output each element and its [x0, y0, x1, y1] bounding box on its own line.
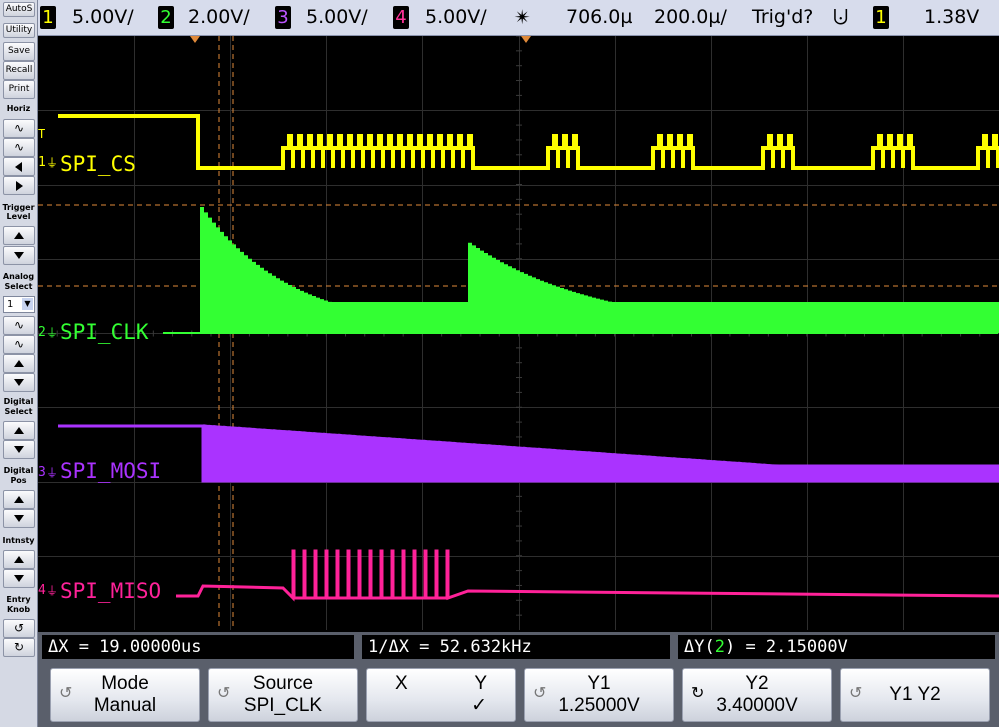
mode-softkey-value: Manual [93, 695, 157, 716]
trigger-marker-icon: T [38, 127, 46, 141]
recall-button[interactable]: Recall [3, 61, 35, 80]
digital-select-up-button[interactable] [3, 421, 35, 440]
channel-3-number: 3 [38, 465, 46, 480]
trigger-level[interactable]: 1.38V [924, 0, 979, 35]
save-button[interactable]: Save [3, 42, 35, 61]
analog-select-label-1: Analog [2, 272, 35, 281]
entry-knob-cw-icon[interactable]: ↻ [3, 638, 35, 657]
channel-1-scale[interactable]: 5.00V/ [72, 0, 134, 35]
y1-softkey-label: Y1 [587, 673, 611, 694]
horiz-knob-icon[interactable]: ∿ [3, 119, 35, 138]
horiz-left-button[interactable] [3, 157, 35, 176]
source-softkey[interactable]: ↺ Source SPI_CLK [208, 668, 358, 722]
channel-4-indicator[interactable]: 4 [393, 6, 409, 29]
entry-knob-ccw-icon[interactable]: ↺ [3, 619, 35, 638]
chevron-down-icon: ▼ [22, 298, 33, 310]
channel-1-label: SPI_CS [60, 152, 136, 176]
channel-3-indicator[interactable]: 3 [275, 6, 291, 29]
mode-softkey[interactable]: ↺ Mode Manual [50, 668, 200, 722]
side-panel: AutoS Utility Save Recall Print Horiz ∿ … [0, 0, 38, 727]
y2-softkey-label: Y2 [745, 673, 769, 694]
inverse-delta-x-readout: 1/ΔX = 52.632kHz [362, 635, 670, 659]
channel-4-scale[interactable]: 5.00V/ [425, 0, 487, 35]
trigger-status: Trig'd? [752, 6, 814, 28]
horiz-wave-icon[interactable]: ∿ [3, 138, 35, 157]
digital-pos-label-2: Pos [10, 476, 27, 485]
digital-pos-down-button[interactable] [3, 509, 35, 528]
analog-up-button[interactable] [3, 354, 35, 373]
horizontal-position[interactable]: 706.0µ [566, 0, 632, 35]
digital-pos-label-1: Digital [3, 466, 34, 475]
checkmark-icon: ✓ [471, 695, 487, 716]
analog-down-button[interactable] [3, 373, 35, 392]
status-bar: 1 5.00V/ 2 2.00V/ 3 5.00V/ 4 5.00V/ ✴ 70… [0, 0, 999, 36]
y2-softkey[interactable]: ↻ Y2 3.40000V [682, 668, 832, 722]
utility-button[interactable]: Utility [3, 23, 35, 38]
digital-select-label-2: Select [4, 407, 33, 416]
ground-icon: ⏚ [46, 156, 59, 170]
delta-y-value: ) = 2.15000V [724, 637, 848, 657]
channel-3-scale[interactable]: 5.00V/ [306, 0, 368, 35]
horiz-label: Horiz [6, 104, 31, 113]
trigger-level-label-2: Level [6, 212, 31, 221]
waveform-svg [37, 35, 999, 630]
delta-x-readout: ΔX = 19.00000us [42, 635, 354, 659]
mode-softkey-label: Mode [101, 673, 149, 694]
channel-4-label: SPI_MISO [60, 579, 162, 603]
analog-wave-icon[interactable]: ∿ [3, 316, 35, 335]
y2-softkey-value: 3.40000V [716, 695, 798, 716]
channel-3-label: SPI_MOSI [60, 459, 162, 483]
y1-y2-softkey[interactable]: ↺ Y1 Y2 [840, 668, 990, 722]
delta-y-channel: 2 [714, 637, 725, 657]
ground-icon: ⏚ [46, 584, 59, 598]
y1-y2-softkey-label: Y1 Y2 [889, 684, 941, 705]
xy-softkey-y: Y [474, 673, 487, 694]
trigger-level-down-button[interactable] [3, 246, 35, 265]
source-softkey-label: Source [252, 673, 314, 694]
intensity-label: Intnsty [2, 536, 35, 545]
y1-softkey-value: 1.25000V [558, 695, 640, 716]
delta-y-prefix: ΔY( [684, 637, 715, 657]
channel-2-scale[interactable]: 2.00V/ [188, 0, 250, 35]
analog-select-label-2: Select [4, 282, 33, 291]
trigger-slope-icon: ⨃ [833, 6, 849, 28]
channel-1-indicator[interactable]: 1 [40, 6, 56, 29]
channel-2-label: SPI_CLK [60, 320, 149, 344]
digital-pos-up-button[interactable] [3, 490, 35, 509]
analog-select-value: 1 [7, 299, 14, 310]
channel-2-number: 2 [38, 325, 46, 340]
intensity-up-button[interactable] [3, 550, 35, 569]
source-softkey-value: SPI_CLK [243, 695, 323, 716]
channel-2-indicator[interactable]: 2 [158, 6, 174, 29]
entry-knob-label-2: Knob [6, 605, 31, 614]
delta-y-readout: ΔY(2) = 2.15000V [678, 635, 995, 659]
trigger-source[interactable]: 1 [873, 6, 889, 29]
ground-icon: ⏚ [46, 326, 59, 340]
xy-softkey-x: X [395, 673, 408, 694]
digital-select-down-button[interactable] [3, 440, 35, 459]
trigger-level-up-button[interactable] [3, 226, 35, 245]
measurement-bar: ΔX = 19.00000us 1/ΔX = 52.632kHz ΔY(2) =… [38, 632, 999, 664]
horizontal-scale[interactable]: 200.0µ/ [654, 0, 727, 35]
digital-select-label-1: Digital [3, 397, 34, 406]
analog-wave-icon-2[interactable]: ∿ [3, 335, 35, 354]
autoscale-button[interactable]: AutoS [3, 2, 35, 17]
print-button[interactable]: Print [3, 80, 35, 99]
horiz-right-button[interactable] [3, 176, 35, 195]
ground-icon: ⏚ [46, 466, 59, 480]
waveform-display[interactable]: T 1 ⏚ SPI_CS 2 ⏚ SPI_CLK 3 ⏚ SPI_MOSI 4 … [37, 35, 999, 630]
y1-softkey[interactable]: ↺ Y1 1.25000V [524, 668, 674, 722]
xy-softkey[interactable]: X Y ✓ [366, 668, 516, 722]
horizontal-position-icon: ✴ [514, 5, 531, 29]
intensity-down-button[interactable] [3, 569, 35, 588]
analog-select-dropdown[interactable]: 1 ▼ [3, 296, 35, 313]
channel-4-number: 4 [38, 583, 46, 598]
softkey-bar: ↺ Mode Manual ↺ Source SPI_CLK X Y ✓ ↺ Y… [38, 664, 999, 727]
entry-knob-label-1: Entry [6, 595, 31, 604]
channel-1-number: 1 [38, 155, 46, 170]
